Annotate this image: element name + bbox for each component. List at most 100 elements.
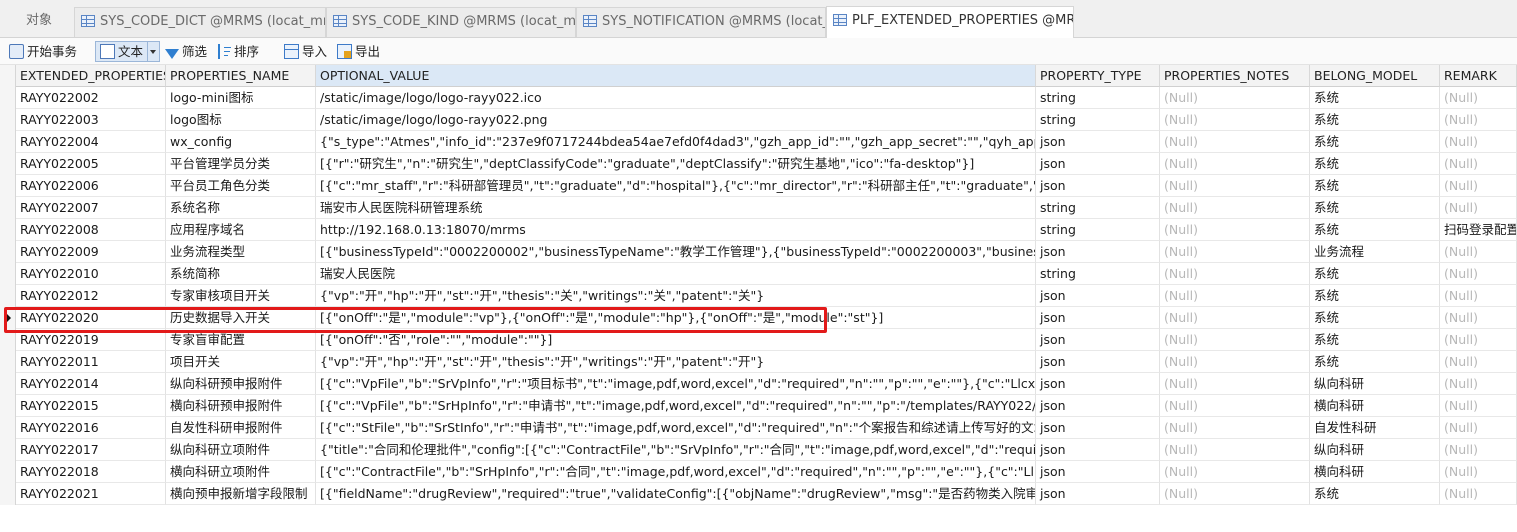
table-cell[interactable]: RAYY022019: [16, 329, 166, 351]
column-header[interactable]: BELONG_MODEL: [1310, 65, 1440, 87]
table-row[interactable]: RAYY022020 历史数据导入开关 [{"onOff":"是","module"…: [0, 307, 1517, 329]
table-row[interactable]: RAYY022004 wx_config {"s_type":"Atmes","in…: [0, 131, 1517, 153]
table-cell[interactable]: (Null): [1440, 417, 1517, 439]
row-marker[interactable]: [0, 395, 16, 417]
table-cell[interactable]: {"vp":"开","hp":"开","st":"开","thesis":"关"…: [316, 285, 1036, 307]
table-cell[interactable]: RAYY022004: [16, 131, 166, 153]
row-marker[interactable]: [0, 219, 16, 241]
table-cell[interactable]: (Null): [1440, 373, 1517, 395]
tab-sys-notification[interactable]: SYS_NOTIFICATION @MRMS (locat_...: [576, 7, 826, 37]
table-cell[interactable]: string: [1036, 263, 1160, 285]
table-cell[interactable]: 系统: [1310, 175, 1440, 197]
table-cell[interactable]: (Null): [1160, 153, 1310, 175]
table-cell[interactable]: RAYY022021: [16, 483, 166, 505]
table-cell[interactable]: (Null): [1160, 109, 1310, 131]
table-cell[interactable]: 自发性科研申报附件: [166, 417, 316, 439]
table-cell[interactable]: json: [1036, 395, 1160, 417]
table-row[interactable]: RAYY022011 项目开关 {"vp":"开","hp":"开","st":"开…: [0, 351, 1517, 373]
row-marker[interactable]: [0, 461, 16, 483]
table-row[interactable]: RAYY022009 业务流程类型 [{"businessTypeId":"0002…: [0, 241, 1517, 263]
table-cell[interactable]: 平台管理学员分类: [166, 153, 316, 175]
table-cell[interactable]: json: [1036, 373, 1160, 395]
table-row[interactable]: RAYY022008 应用程序域名 http://192.168.0.13:1807…: [0, 219, 1517, 241]
table-cell[interactable]: (Null): [1160, 307, 1310, 329]
table-cell[interactable]: json: [1036, 329, 1160, 351]
table-cell[interactable]: (Null): [1160, 241, 1310, 263]
table-cell[interactable]: 业务流程类型: [166, 241, 316, 263]
column-header[interactable]: PROPERTY_TYPE: [1036, 65, 1160, 87]
table-cell[interactable]: RAYY022010: [16, 263, 166, 285]
sort-button[interactable]: 排序: [218, 42, 259, 61]
table-cell[interactable]: (Null): [1160, 197, 1310, 219]
table-cell[interactable]: (Null): [1440, 461, 1517, 483]
column-header[interactable]: PROPERTIES_NOTES: [1160, 65, 1310, 87]
table-cell[interactable]: json: [1036, 461, 1160, 483]
table-cell[interactable]: (Null): [1160, 285, 1310, 307]
table-cell[interactable]: RAYY022014: [16, 373, 166, 395]
table-cell[interactable]: 瑞安人民医院: [316, 263, 1036, 285]
table-cell[interactable]: string: [1036, 219, 1160, 241]
table-cell[interactable]: RAYY022007: [16, 197, 166, 219]
table-cell[interactable]: logo-mini图标: [166, 87, 316, 109]
table-cell[interactable]: RAYY022017: [16, 439, 166, 461]
table-cell[interactable]: RAYY022020: [16, 307, 166, 329]
table-cell[interactable]: (Null): [1160, 417, 1310, 439]
table-cell[interactable]: 系统简称: [166, 263, 316, 285]
table-cell[interactable]: 平台员工角色分类: [166, 175, 316, 197]
table-cell[interactable]: RAYY022006: [16, 175, 166, 197]
table-cell[interactable]: [{"businessTypeId":"0002200002","busines…: [316, 241, 1036, 263]
table-cell[interactable]: RAYY022009: [16, 241, 166, 263]
table-cell[interactable]: RAYY022003: [16, 109, 166, 131]
table-cell[interactable]: [{"c":"StFile","b":"SrStInfo","r":"申请书",…: [316, 417, 1036, 439]
table-cell[interactable]: [{"fieldName":"drugReview","required":"t…: [316, 483, 1036, 505]
column-header[interactable]: OPTIONAL_VALUE: [316, 65, 1036, 87]
table-cell[interactable]: RAYY022018: [16, 461, 166, 483]
table-cell[interactable]: (Null): [1160, 131, 1310, 153]
table-cell[interactable]: (Null): [1160, 439, 1310, 461]
table-cell[interactable]: (Null): [1440, 87, 1517, 109]
table-row[interactable]: RAYY022012 专家审核项目开关 {"vp":"开","hp":"开","st…: [0, 285, 1517, 307]
import-button[interactable]: 导入: [284, 42, 327, 61]
table-cell[interactable]: json: [1036, 175, 1160, 197]
table-cell[interactable]: 横向科研: [1310, 395, 1440, 417]
table-cell[interactable]: /static/image/logo/logo-rayy022.ico: [316, 87, 1036, 109]
column-header[interactable]: PROPERTIES_NAME: [166, 65, 316, 87]
table-cell[interactable]: [{"onOff":"是","module":"vp"},{"onOff":"是…: [316, 307, 1036, 329]
row-marker[interactable]: [0, 197, 16, 219]
table-cell[interactable]: {"title":"合同和伦理批件","config":[{"c":"Contr…: [316, 439, 1036, 461]
table-cell[interactable]: 系统: [1310, 197, 1440, 219]
table-cell[interactable]: 系统: [1310, 109, 1440, 131]
table-cell[interactable]: 瑞安市人民医院科研管理系统: [316, 197, 1036, 219]
table-cell[interactable]: 系统: [1310, 219, 1440, 241]
row-marker[interactable]: [0, 417, 16, 439]
tab-objects[interactable]: 对象: [0, 7, 72, 37]
table-cell[interactable]: (Null): [1440, 285, 1517, 307]
table-cell[interactable]: /static/image/logo/logo-rayy022.png: [316, 109, 1036, 131]
table-cell[interactable]: 横向科研预申报附件: [166, 395, 316, 417]
tab-sys-code-kind[interactable]: SYS_CODE_KIND @MRMS (locat_mr...: [326, 7, 576, 37]
table-row[interactable]: RAYY022014 纵向科研预申报附件 [{"c":"VpFile","b":"S…: [0, 373, 1517, 395]
table-cell[interactable]: RAYY022002: [16, 87, 166, 109]
table-cell[interactable]: 横向科研: [1310, 461, 1440, 483]
table-cell[interactable]: json: [1036, 351, 1160, 373]
row-marker[interactable]: [0, 373, 16, 395]
table-cell[interactable]: json: [1036, 307, 1160, 329]
table-cell[interactable]: 自发性科研: [1310, 417, 1440, 439]
row-marker[interactable]: [0, 329, 16, 351]
table-cell[interactable]: RAYY022008: [16, 219, 166, 241]
table-cell[interactable]: logo图标: [166, 109, 316, 131]
row-marker[interactable]: [0, 483, 16, 505]
table-cell[interactable]: json: [1036, 417, 1160, 439]
table-cell[interactable]: 系统: [1310, 329, 1440, 351]
table-cell[interactable]: json: [1036, 439, 1160, 461]
table-cell[interactable]: 系统: [1310, 285, 1440, 307]
table-cell[interactable]: 纵向科研预申报附件: [166, 373, 316, 395]
table-cell[interactable]: (Null): [1440, 153, 1517, 175]
table-cell[interactable]: [{"c":"ContractFile","b":"SrHpInfo","r":…: [316, 461, 1036, 483]
tab-plf-extended-properties[interactable]: PLF_EXTENDED_PROPERTIES @MRM...: [826, 6, 1074, 38]
table-cell[interactable]: (Null): [1160, 329, 1310, 351]
column-header[interactable]: REMARK: [1440, 65, 1517, 87]
row-marker[interactable]: [0, 351, 16, 373]
table-cell[interactable]: 历史数据导入开关: [166, 307, 316, 329]
table-cell[interactable]: 纵向科研: [1310, 373, 1440, 395]
